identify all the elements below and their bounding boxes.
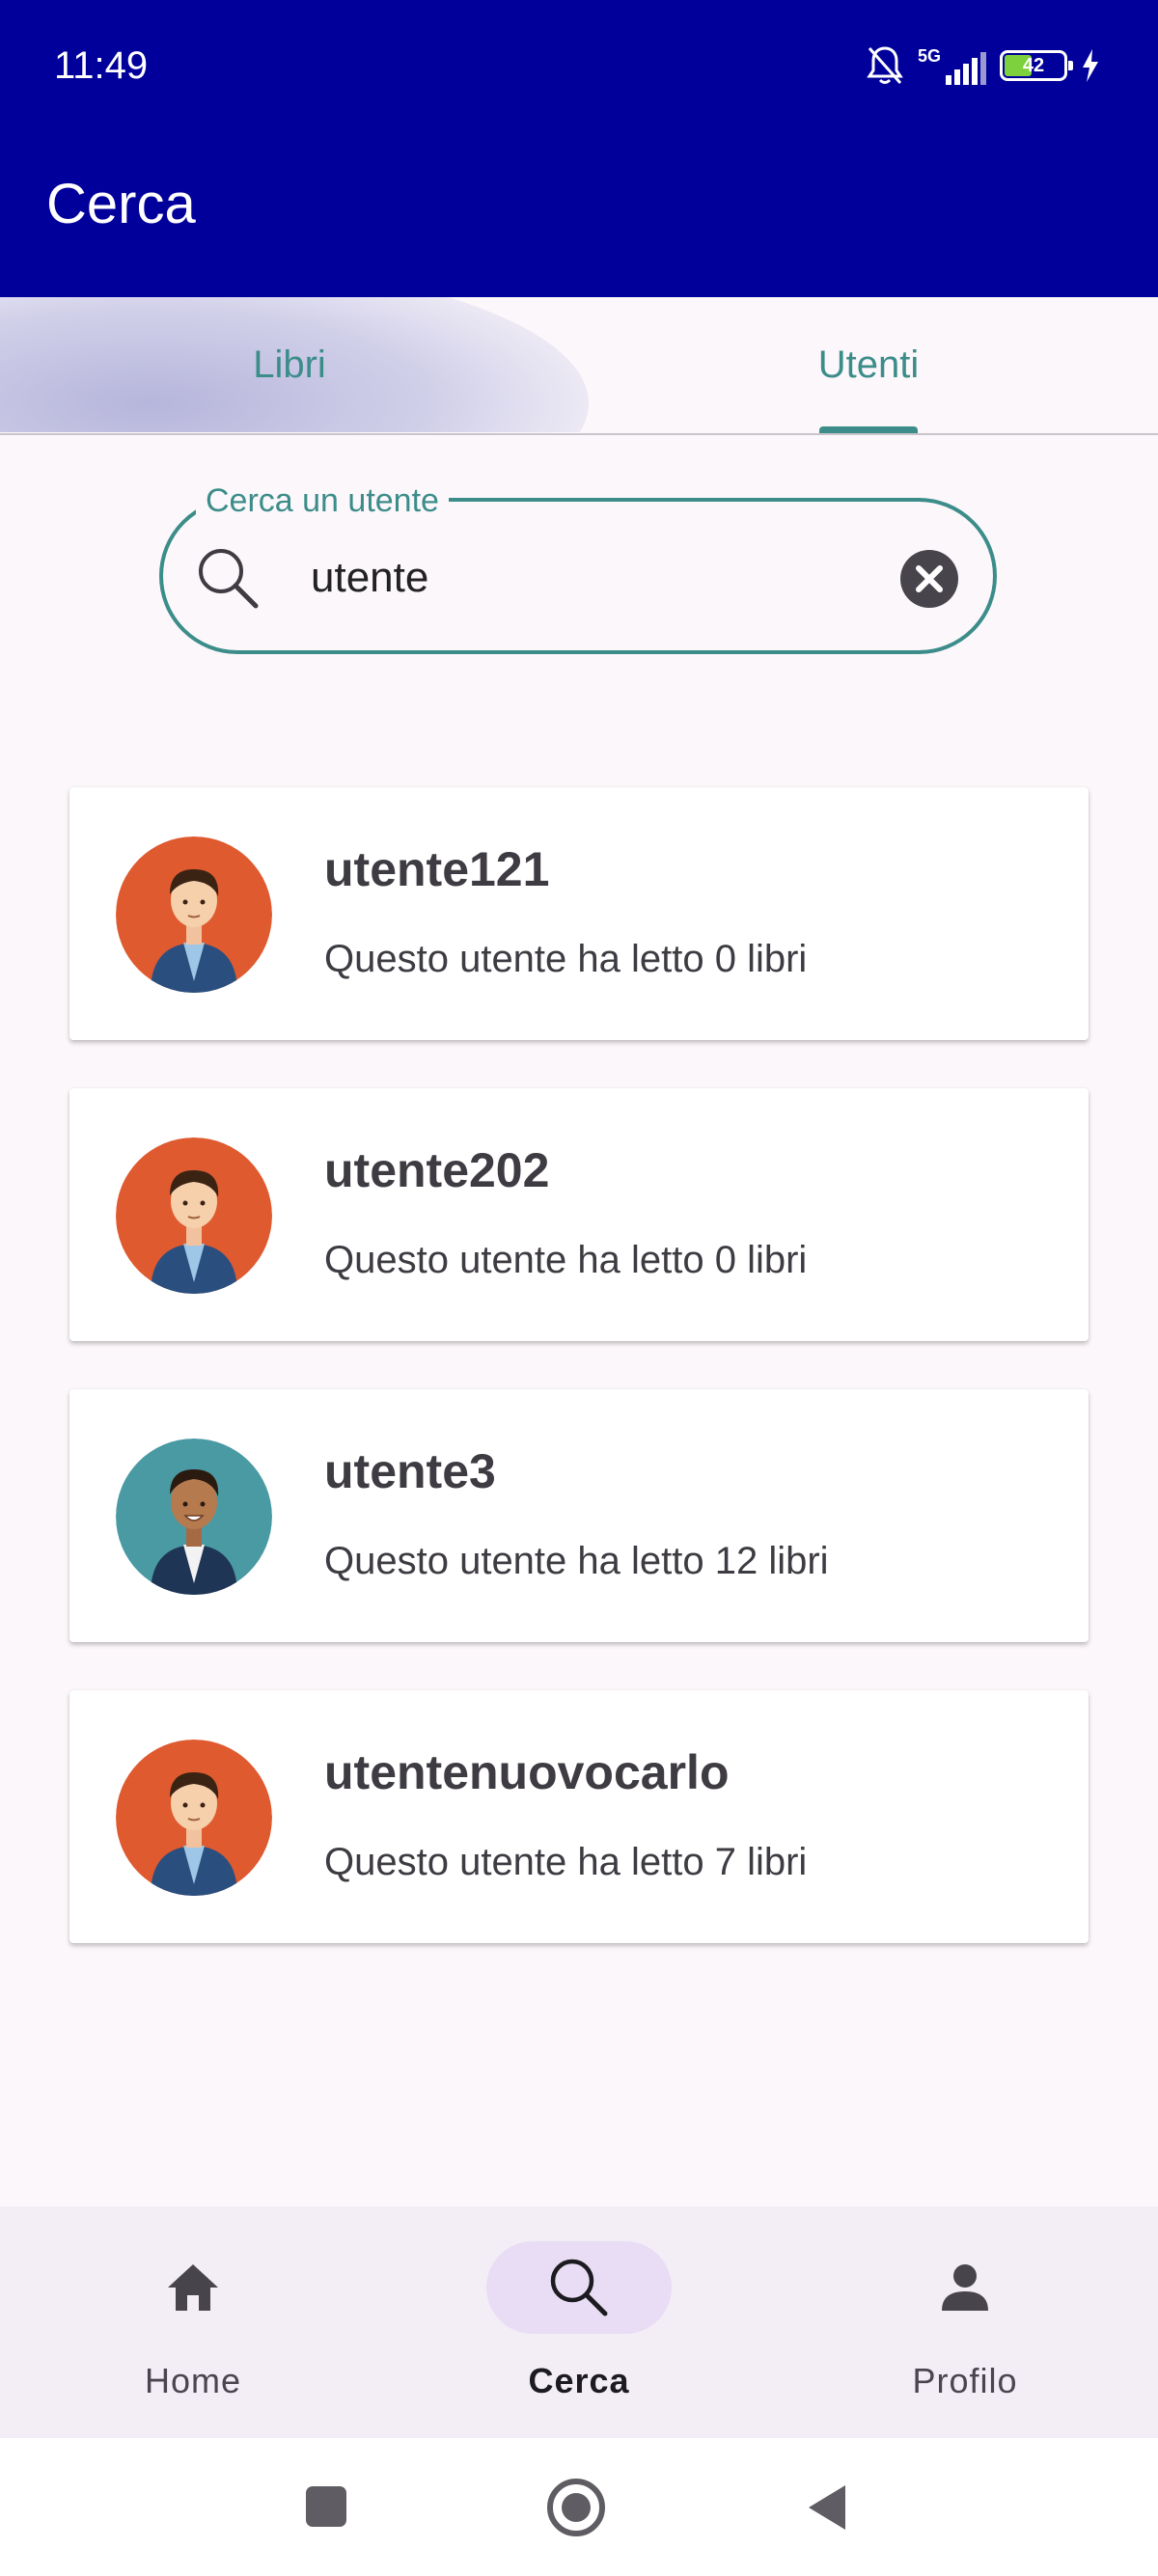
user-name: utente121 [324,842,550,896]
page-title: Cerca [46,173,196,235]
user-card[interactable]: utente3 Questo utente ha letto 12 libri [69,1389,1089,1642]
nav-label-cerca: Cerca [528,2361,630,2400]
status-bar: 11:49 5G 42 [0,0,1158,135]
user-name: utentenuovocarlo [324,1745,730,1799]
tab-bar: Libri Utenti [0,297,1158,434]
user-books-count: Questo utente ha letto 0 libri [324,938,808,980]
network-type: 5G [917,46,941,66]
user-books-count: Questo utente ha letto 12 libri [324,1540,829,1582]
clear-icon[interactable] [899,549,959,609]
mute-notifications-icon [867,46,903,84]
avatar [116,836,272,993]
search-icon [199,549,259,609]
battery-icon: 42 [1000,50,1073,81]
home-icon [168,2264,218,2311]
search-icon [550,2259,608,2316]
user-card[interactable]: utente121 Questo utente ha letto 0 libri [69,787,1089,1040]
user-results-list: utente121 Questo utente ha letto 0 libri… [69,787,1089,1991]
search-input[interactable] [159,498,997,654]
user-books-count: Questo utente ha letto 0 libri [324,1239,808,1281]
status-icons: 5G 42 [866,42,1100,89]
tab-libri[interactable]: Libri [0,297,579,432]
charging-icon [1083,49,1098,82]
search-label: Cerca un utente [196,482,449,520]
nav-label-home: Home [144,2361,242,2400]
home-button-icon[interactable] [546,2478,606,2537]
avatar [116,1740,272,1896]
nav-item-home[interactable]: Home [0,2206,386,2438]
avatar [116,1439,272,1595]
network-indicator: 5G [918,46,986,85]
user-name: utente3 [324,1444,496,1498]
tab-divider [0,433,1158,435]
user-card[interactable]: utentenuovocarlo Questo utente ha letto … [69,1690,1089,1943]
nav-item-profilo[interactable]: Profilo [772,2206,1158,2438]
battery-level: 42 [1022,55,1045,76]
app-bar: Cerca [0,135,1158,297]
person-icon [942,2264,988,2311]
search-value[interactable]: utente [311,554,428,602]
user-name: utente202 [324,1143,550,1197]
nav-label-profilo: Profilo [912,2361,1018,2400]
back-icon[interactable] [805,2481,847,2534]
recent-apps-icon[interactable] [304,2484,348,2529]
system-navigation-bar [0,2438,1158,2576]
user-books-count: Questo utente ha letto 7 libri [324,1841,808,1883]
tab-utenti[interactable]: Utenti [579,297,1158,432]
bottom-navigation: Home Cerca Profilo [0,2206,1158,2438]
user-card[interactable]: utente202 Questo utente ha letto 0 libri [69,1088,1089,1341]
status-time: 11:49 [54,44,149,87]
nav-item-cerca[interactable]: Cerca [386,2206,772,2438]
avatar [116,1137,272,1294]
